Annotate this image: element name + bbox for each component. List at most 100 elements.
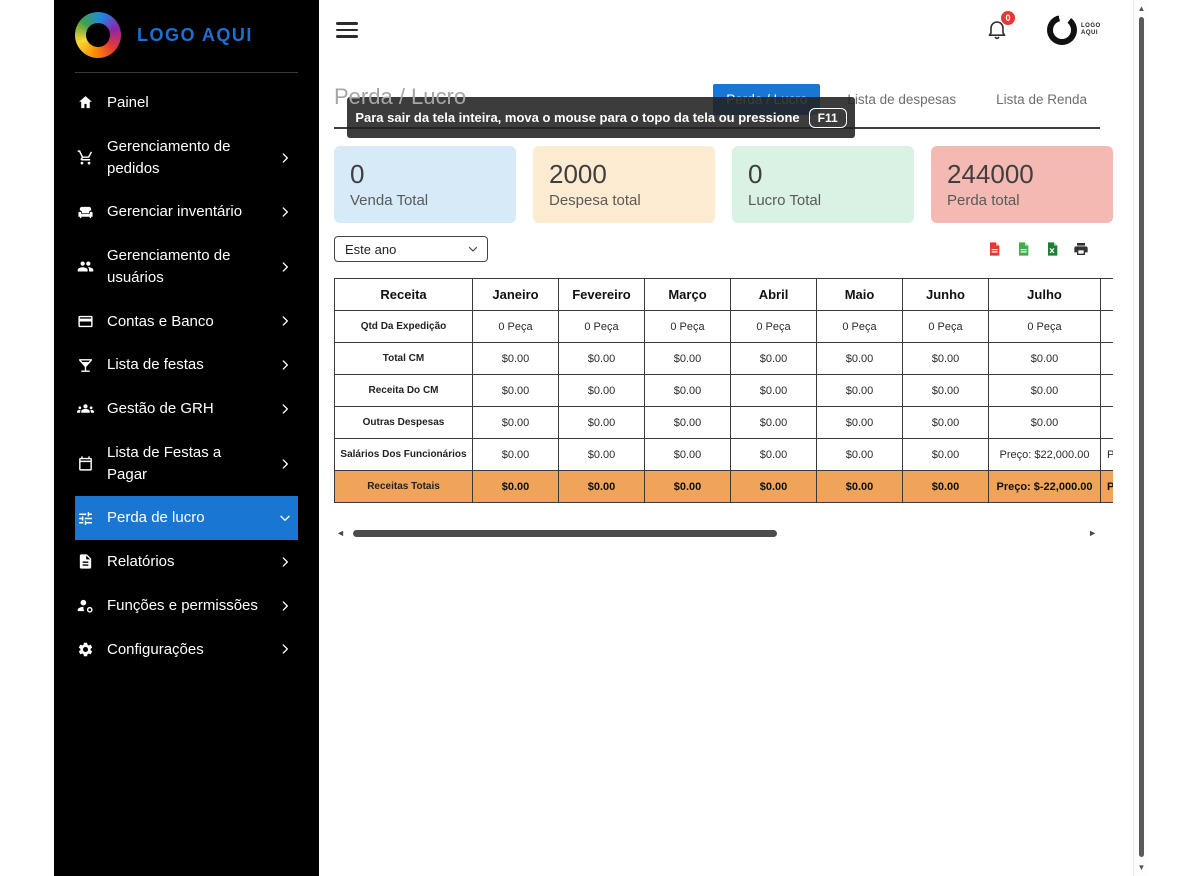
stat-card-despesa-total: 2000Despesa total — [533, 146, 715, 223]
cell: $0.00 — [731, 343, 817, 375]
notification-badge: 0 — [1001, 11, 1015, 25]
cell: 0 Peça — [645, 311, 731, 343]
logo-text: LOGO AQUI — [137, 25, 253, 46]
cell: $0.00 — [731, 471, 817, 503]
brand-text: LOGO AQUI — [1081, 23, 1111, 37]
filter-row: Este ano — [334, 236, 1113, 262]
sidebar-item-lista-de-festas[interactable]: Lista de festas — [75, 343, 298, 387]
stat-label: Perda total — [947, 192, 1113, 209]
cell: $0.00 — [903, 471, 989, 503]
csv-export-icon[interactable] — [1015, 241, 1031, 257]
stat-card-venda-total: 0Venda Total — [334, 146, 516, 223]
cell: $0.00 — [559, 375, 645, 407]
stats-row: 0Venda Total2000Despesa total0Lucro Tota… — [334, 146, 1113, 223]
sidebar-item-gestao-de-grh[interactable]: Gestão de GRH — [75, 387, 298, 431]
sidebar-item-painel[interactable]: Painel — [75, 81, 298, 125]
settings-icon — [77, 641, 94, 658]
f11-key-badge: F11 — [809, 108, 847, 128]
sidebar-item-configuracoes[interactable]: Configurações — [75, 628, 298, 672]
scroll-right-arrow[interactable]: ► — [1086, 529, 1099, 538]
sidebar-item-gerenciamento-de-usuarios[interactable]: Gerenciamento de usuários — [75, 234, 298, 300]
column-header-junho: Junho — [903, 279, 989, 311]
horizontal-scrollbar-thumb[interactable] — [353, 530, 777, 537]
cell: $0.00 — [473, 471, 559, 503]
cart-icon — [77, 149, 94, 166]
notifications-button[interactable]: 0 — [985, 17, 1011, 43]
tab-lista-de-renda[interactable]: Lista de Renda — [983, 84, 1100, 115]
scroll-left-arrow[interactable]: ◄ — [334, 529, 347, 538]
export-toolbar — [986, 241, 1089, 257]
topbar: 0 LOGO AQUI — [319, 0, 1133, 60]
menu-toggle-icon[interactable] — [336, 22, 358, 38]
column-header-receita: Receita — [335, 279, 473, 311]
cell: 0 Peça — [731, 311, 817, 343]
sidebar-item-label: Gestão de GRH — [107, 398, 265, 420]
horizontal-scrollbar-track[interactable] — [351, 529, 1082, 537]
cell: $0.00 — [645, 439, 731, 471]
cell: $0.00 — [903, 375, 989, 407]
excel-export-icon[interactable] — [1044, 241, 1060, 257]
pdf-export-icon[interactable] — [986, 241, 1002, 257]
sidebar-item-funcoes-e-permissoes[interactable]: Funções e permissões — [75, 584, 298, 628]
cell: Preço: $-22,000.00 — [989, 471, 1101, 503]
cell: $0.00 — [645, 471, 731, 503]
cell: $0.00 — [645, 375, 731, 407]
brand-logo: LOGO AQUI — [1047, 15, 1111, 45]
sidebar-item-gerenciar-inventario[interactable]: Gerenciar inventário — [75, 190, 298, 234]
sidebar-item-lista-de-festas-a-pagar[interactable]: Lista de Festas a Pagar — [75, 431, 298, 497]
row-label: Total CM — [335, 343, 473, 375]
sidebar-item-perda-de-lucro[interactable]: Perda de lucro — [75, 496, 298, 540]
column-header-janeiro: Janeiro — [473, 279, 559, 311]
sidebar-item-gerenciamento-de-pedidos[interactable]: Gerenciamento de pedidos — [75, 125, 298, 191]
print-export-icon[interactable] — [1073, 241, 1089, 257]
vertical-scrollbar-thumb[interactable] — [1139, 17, 1144, 857]
chevron-right-icon — [278, 205, 292, 219]
period-filter-value: Este ano — [345, 242, 396, 257]
cell: $0.00 — [473, 439, 559, 471]
inventory-icon — [77, 204, 94, 221]
cell — [1101, 343, 1114, 375]
calendar-icon — [77, 455, 94, 472]
cell: Preço: — [1101, 471, 1114, 503]
content: 0 LOGO AQUI Para sair da tela inteira, m… — [319, 0, 1133, 876]
period-filter-select[interactable]: Este ano — [334, 236, 488, 262]
stat-label: Venda Total — [350, 192, 516, 209]
sidebar-item-label: Funções e permissões — [107, 595, 265, 617]
sidebar-menu: Painel Gerenciamento de pedidos Gerenciar … — [54, 73, 319, 671]
cell: $0.00 — [731, 439, 817, 471]
cell: $0.00 — [473, 375, 559, 407]
cell: $0.00 — [989, 343, 1101, 375]
cell — [1101, 375, 1114, 407]
column-header-marco: Março — [645, 279, 731, 311]
horizontal-scrollbar[interactable]: ◄ ► — [334, 527, 1099, 539]
page-root: LOGO AQUI Painel Gerenciamento de pedidos… — [0, 0, 1200, 876]
report-icon — [77, 553, 94, 570]
cell: 0 Peça — [473, 311, 559, 343]
row-label: Qtd Da Expedição — [335, 311, 473, 343]
scroll-down-arrow[interactable]: ▼ — [1134, 863, 1149, 872]
drink-icon — [77, 357, 94, 374]
chevron-right-icon — [278, 260, 292, 274]
chart-icon — [77, 510, 94, 527]
scroll-up-arrow[interactable]: ▲ — [1134, 4, 1149, 13]
vertical-scrollbar[interactable]: ▲ ▼ — [1133, 0, 1148, 876]
sidebar-item-label: Contas e Banco — [107, 311, 265, 333]
cell: $0.00 — [731, 375, 817, 407]
table-row-qtd-da-expedicao: Qtd Da Expedição0 Peça0 Peça0 Peça0 Peça… — [335, 311, 1114, 343]
row-label: Receita Do CM — [335, 375, 473, 407]
users-icon — [77, 258, 94, 275]
sidebar-item-label: Painel — [107, 92, 292, 114]
row-label: Receitas Totais — [335, 471, 473, 503]
column-header-maio: Maio — [817, 279, 903, 311]
stat-label: Lucro Total — [748, 192, 914, 209]
sidebar-item-contas-e-banco[interactable]: Contas e Banco — [75, 300, 298, 344]
sidebar-item-label: Gerenciar inventário — [107, 201, 265, 223]
permissions-icon — [77, 597, 94, 614]
cell: $0.00 — [817, 343, 903, 375]
chevron-down-icon — [278, 511, 292, 525]
page-title: Perda / Lucro — [334, 84, 466, 110]
table-row-outras-despesas: Outras Despesas$0.00$0.00$0.00$0.00$0.00… — [335, 407, 1114, 439]
sidebar-item-relatorios[interactable]: Relatórios — [75, 540, 298, 584]
chevron-right-icon — [278, 358, 292, 372]
table-row-total-cm: Total CM$0.00$0.00$0.00$0.00$0.00$0.00$0… — [335, 343, 1114, 375]
